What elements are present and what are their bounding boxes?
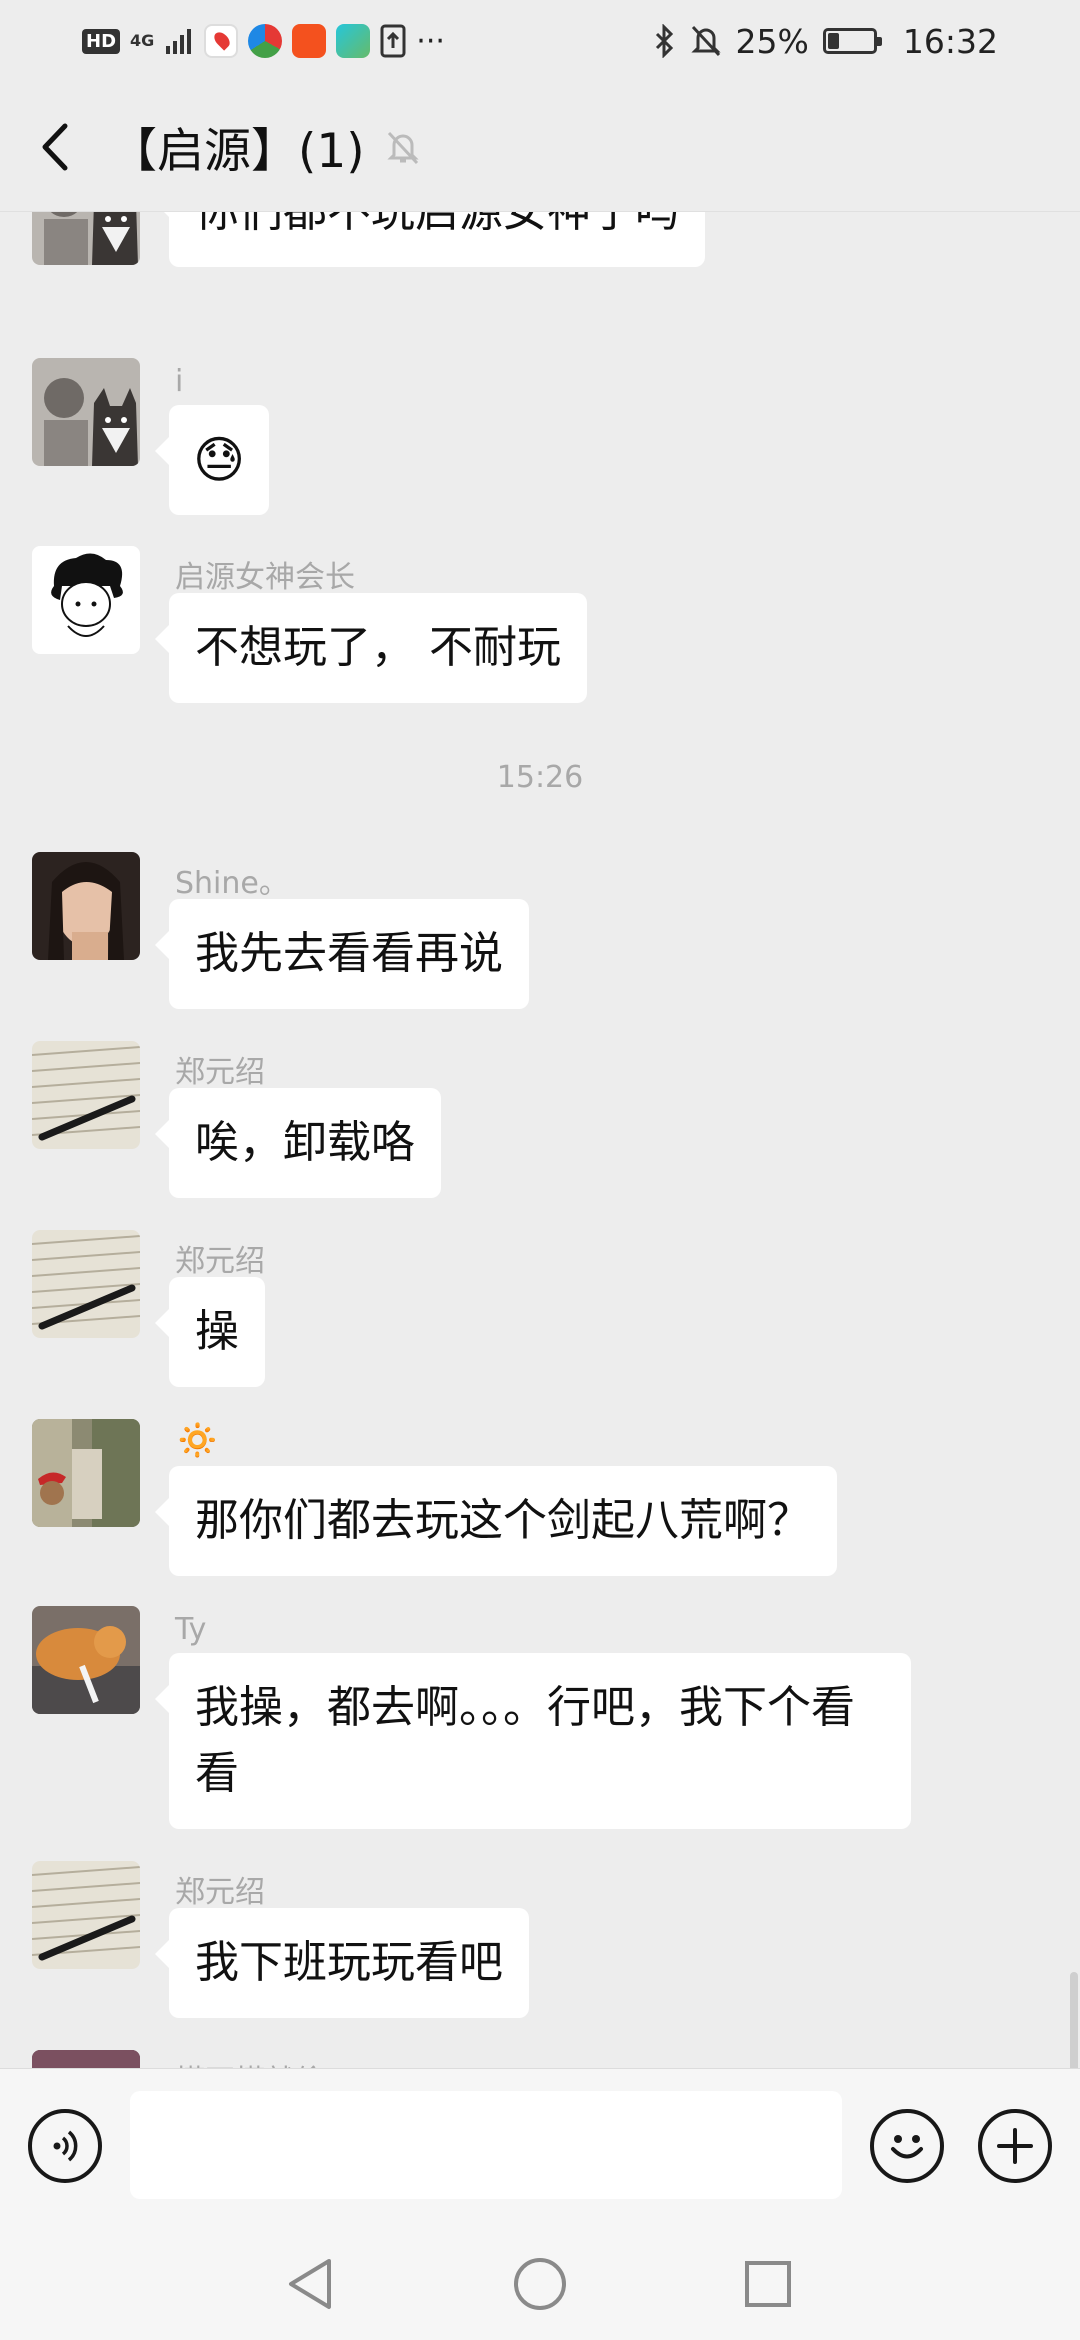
sender-name: 懂不懂就偷 bbox=[175, 2056, 325, 2068]
clock: 16:32 bbox=[902, 21, 998, 61]
chat-title[interactable]: 【启源】(1) bbox=[110, 112, 365, 181]
battery-percent: 25% bbox=[735, 21, 809, 61]
avatar[interactable] bbox=[32, 852, 140, 960]
avatar[interactable] bbox=[32, 2050, 140, 2068]
mute-bell-icon bbox=[690, 25, 721, 57]
message-bubble[interactable]: 唉，卸载咯 bbox=[155, 1088, 441, 1198]
sender-name: Shine。 bbox=[175, 866, 289, 901]
network-indicator: 4G bbox=[130, 31, 155, 50]
video-app-icon bbox=[336, 24, 371, 58]
sender-name: Ty bbox=[175, 1612, 207, 1647]
back-button[interactable] bbox=[0, 82, 110, 212]
scrollbar[interactable] bbox=[1070, 1972, 1078, 2068]
message-bubble[interactable]: 不想玩了， 不耐玩 bbox=[155, 593, 587, 703]
message-bubble[interactable]: 我下班玩玩看吧 bbox=[155, 1908, 529, 2018]
message-bubble[interactable]: 那你们都去玩这个剑起八荒啊？ bbox=[155, 1466, 837, 1576]
square-recents-icon bbox=[745, 2261, 791, 2307]
avatar[interactable] bbox=[32, 1419, 140, 1527]
sender-name: 郑元绍 bbox=[175, 1055, 265, 1090]
message-bubble[interactable]: 你们都不玩启源女神了吗 bbox=[155, 212, 705, 267]
game-app-icon bbox=[292, 24, 327, 58]
avatar[interactable] bbox=[32, 1606, 140, 1714]
message-bubble[interactable]: 我操，都去啊。。。行吧，我下个看看 bbox=[155, 1653, 911, 1829]
more-button[interactable] bbox=[978, 2109, 1052, 2183]
input-bar bbox=[0, 2068, 1080, 2224]
battery-icon bbox=[822, 28, 882, 54]
message-bubble[interactable]: 我先去看看再说 bbox=[155, 899, 529, 1009]
emoji-button[interactable] bbox=[870, 2109, 944, 2183]
message-input[interactable] bbox=[130, 2091, 842, 2199]
chat-header: 【启源】(1) bbox=[0, 82, 1080, 212]
browser-app-icon bbox=[248, 24, 283, 58]
avatar[interactable] bbox=[32, 1230, 140, 1338]
avatar[interactable] bbox=[32, 358, 140, 466]
sender-name: 郑元绍 bbox=[175, 1875, 265, 1910]
avatar[interactable] bbox=[32, 546, 140, 654]
map-app-icon bbox=[204, 24, 239, 58]
avatar[interactable] bbox=[32, 212, 140, 265]
nav-home-button[interactable] bbox=[510, 2254, 570, 2314]
hd-indicator: HD bbox=[82, 28, 121, 54]
upload-icon bbox=[380, 24, 406, 58]
system-nav-bar bbox=[0, 2224, 1080, 2340]
smiley-icon bbox=[891, 2135, 923, 2159]
avatar[interactable] bbox=[32, 1861, 140, 1969]
sender-name: 🔅 bbox=[175, 1420, 220, 1461]
circle-home-icon bbox=[514, 2258, 566, 2310]
message-list[interactable]: 你们都不玩启源女神了吗 i 😓 启源女神会长 不想玩了， 不耐玩 15:26 S… bbox=[0, 212, 1080, 2068]
sender-name: 启源女神会长 bbox=[175, 560, 355, 595]
bluetooth-icon bbox=[655, 24, 673, 58]
sender-name: i bbox=[175, 364, 184, 399]
signal-icon bbox=[166, 29, 192, 54]
nav-recents-button[interactable] bbox=[738, 2254, 798, 2314]
voice-icon bbox=[53, 2130, 78, 2162]
plus-icon bbox=[997, 2128, 1033, 2164]
emoji-sweat: 😓 bbox=[193, 431, 246, 489]
nav-back-button[interactable] bbox=[280, 2254, 340, 2314]
triangle-back-icon bbox=[289, 2259, 331, 2309]
status-bar: HD 4G ··· 25% 16:32 bbox=[0, 0, 1080, 82]
battery-fill bbox=[827, 33, 839, 49]
avatar[interactable] bbox=[32, 1041, 140, 1149]
message-bubble[interactable]: 操 bbox=[155, 1277, 265, 1387]
message-bubble[interactable]: 😓 bbox=[154, 405, 270, 515]
chevron-left-icon bbox=[42, 123, 68, 170]
sender-name: 郑元绍 bbox=[175, 1244, 265, 1279]
more-notifications: ··· bbox=[416, 23, 445, 59]
time-separator: 15:26 bbox=[496, 760, 584, 795]
muted-bell-icon bbox=[386, 131, 419, 164]
voice-button[interactable] bbox=[28, 2109, 102, 2183]
